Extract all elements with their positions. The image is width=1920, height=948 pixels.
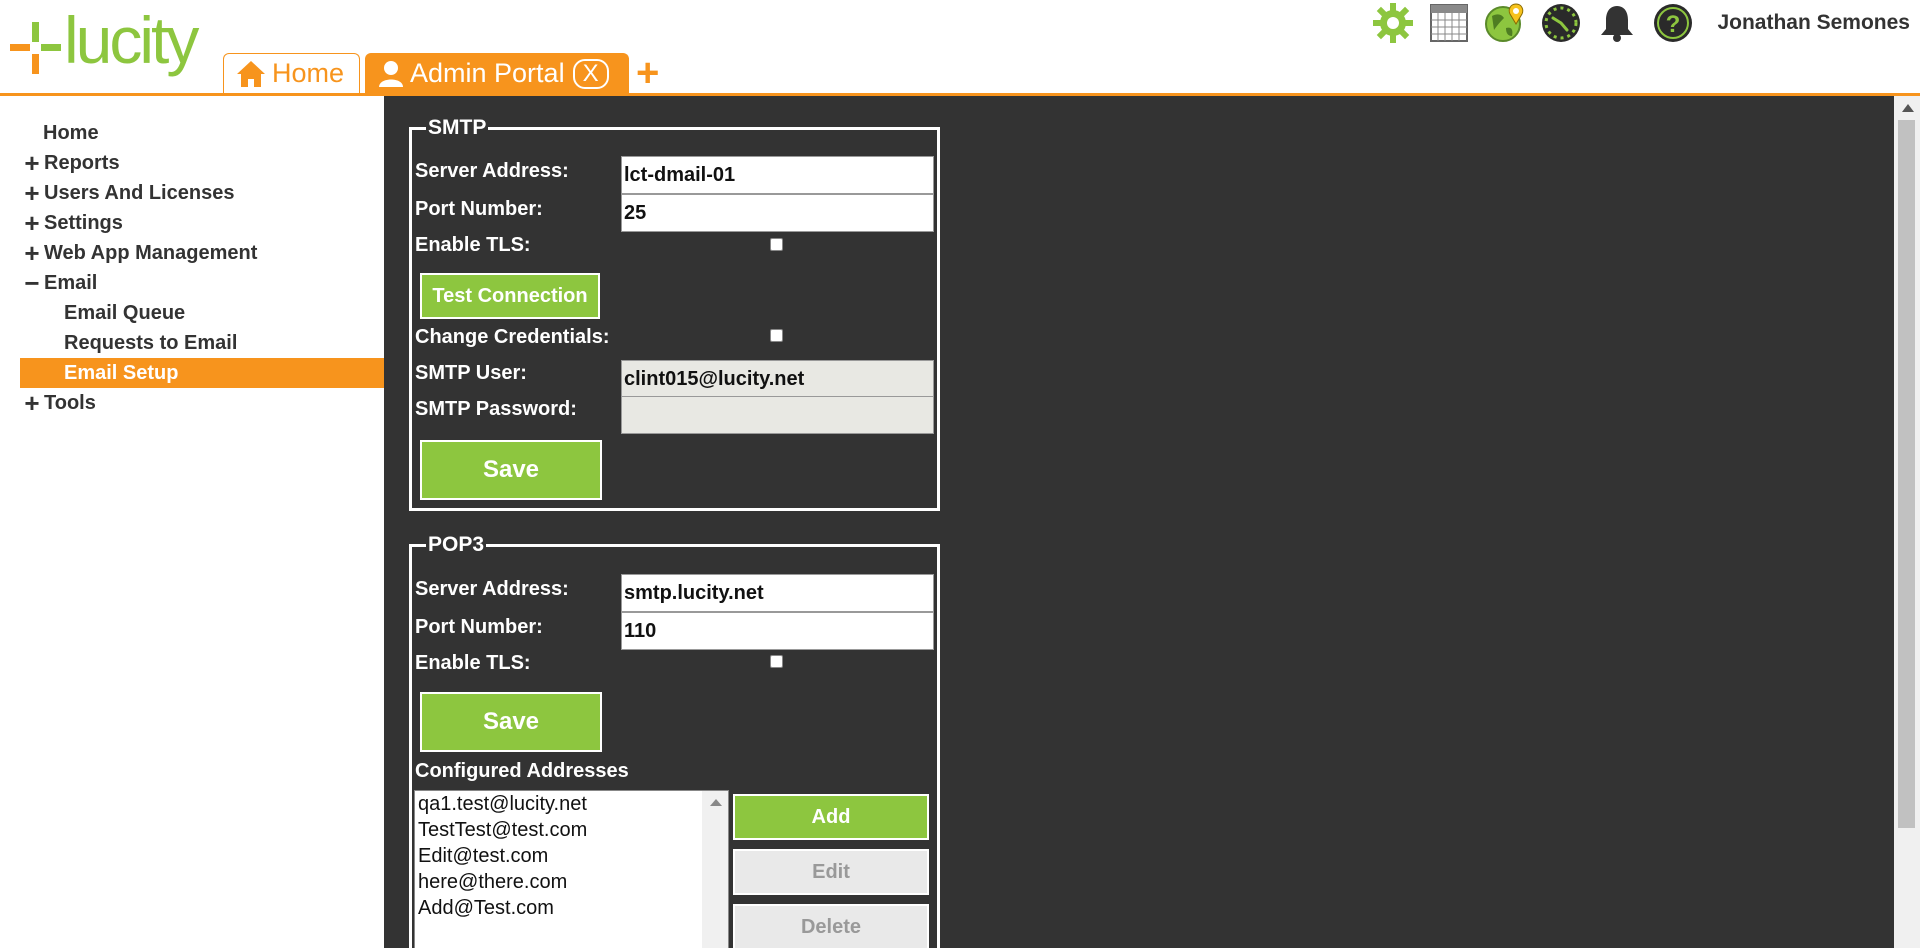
pop3-server-label: Server Address: xyxy=(415,578,569,600)
app-header: lucity Home Admin Portal X + ? Jonathan … xyxy=(0,0,1920,96)
scroll-up-arrow-icon[interactable] xyxy=(1902,104,1914,112)
smtp-server-input[interactable]: lct-dmail-01 xyxy=(621,156,934,194)
home-icon xyxy=(236,60,266,88)
pop3-tls-checkbox[interactable] xyxy=(770,655,783,668)
list-item[interactable]: Edit@test.com xyxy=(415,843,728,869)
list-item[interactable]: qa1.test@lucity.net xyxy=(415,791,728,817)
lucity-logo-mark-icon xyxy=(10,22,61,74)
notifications-bell-icon[interactable] xyxy=(1595,1,1639,45)
sidebar-item-email-queue[interactable]: Email Queue xyxy=(20,298,384,328)
pop3-tls-label: Enable TLS: xyxy=(415,652,531,674)
sidebar: Home + Reports + Users And Licenses + Se… xyxy=(0,96,384,948)
list-scrollbar[interactable] xyxy=(702,791,728,948)
sidebar-item-label: Requests to Email xyxy=(64,332,238,354)
sidebar-item-label: Email xyxy=(44,272,98,294)
smtp-save-button[interactable]: Save xyxy=(420,440,602,500)
header-toolbar: ? Jonathan Semones xyxy=(1371,0,1920,46)
add-address-button[interactable]: Add xyxy=(733,794,929,840)
sidebar-item-users-and-licenses[interactable]: + Users And Licenses xyxy=(20,178,384,208)
sidebar-item-reports[interactable]: + Reports xyxy=(20,148,384,178)
pop3-save-button[interactable]: Save xyxy=(420,692,602,752)
tab-home-label: Home xyxy=(272,58,345,88)
delete-address-button[interactable]: Delete xyxy=(733,904,929,948)
smtp-password-label: SMTP Password: xyxy=(415,398,577,420)
sidebar-item-web-app-management[interactable]: + Web App Management xyxy=(20,238,384,268)
smtp-tls-checkbox[interactable] xyxy=(770,238,783,251)
page-scrollbar[interactable] xyxy=(1894,96,1920,948)
pop3-server-input[interactable]: smtp.lucity.net xyxy=(621,574,934,612)
tab-admin-portal-label: Admin Portal xyxy=(410,58,565,88)
sidebar-item-label: Tools xyxy=(44,392,96,414)
sidebar-item-email[interactable]: − Email xyxy=(20,268,384,298)
tab-admin-portal[interactable]: Admin Portal X xyxy=(365,53,629,93)
sidebar-nav: Home + Reports + Users And Licenses + Se… xyxy=(20,118,384,418)
sidebar-item-label: Users And Licenses xyxy=(44,182,235,204)
pop3-port-label: Port Number: xyxy=(415,616,543,638)
settings-gear-icon[interactable] xyxy=(1371,1,1415,45)
expand-plus-icon[interactable]: + xyxy=(20,178,44,208)
expand-plus-icon[interactable]: + xyxy=(20,208,44,238)
add-tab-button[interactable]: + xyxy=(636,53,659,93)
expand-plus-icon[interactable]: + xyxy=(20,388,44,418)
expand-plus-icon[interactable]: + xyxy=(20,148,44,178)
calendar-icon[interactable] xyxy=(1427,1,1471,45)
scroll-up-arrow-icon[interactable] xyxy=(710,799,722,806)
smtp-user-input[interactable]: clint015@lucity.net xyxy=(621,360,934,398)
expand-plus-icon[interactable]: + xyxy=(20,238,44,268)
svg-text:?: ? xyxy=(1666,11,1681,38)
pop3-port-input[interactable]: 110 xyxy=(621,612,934,650)
smtp-port-label: Port Number: xyxy=(415,198,543,220)
test-connection-button[interactable]: Test Connection xyxy=(420,273,600,319)
user-icon xyxy=(378,60,404,88)
smtp-password-input[interactable] xyxy=(621,396,934,434)
smtp-legend: SMTP xyxy=(428,116,487,139)
sidebar-item-label: Email Setup xyxy=(64,362,179,384)
dashboard-clock-icon[interactable] xyxy=(1539,1,1583,45)
sidebar-item-requests-to-email[interactable]: Requests to Email xyxy=(20,328,384,358)
user-name[interactable]: Jonathan Semones xyxy=(1717,11,1910,35)
sidebar-item-label: Email Queue xyxy=(64,302,186,324)
change-credentials-label: Change Credentials: xyxy=(415,326,610,348)
smtp-port-input[interactable]: 25 xyxy=(621,194,934,232)
sidebar-item-label: Settings xyxy=(44,212,123,234)
configured-addresses-label: Configured Addresses xyxy=(415,760,629,782)
smtp-server-label: Server Address: xyxy=(415,160,569,182)
map-globe-icon[interactable] xyxy=(1483,1,1527,45)
list-item[interactable]: TestTest@test.com xyxy=(415,817,728,843)
tab-home[interactable]: Home xyxy=(223,53,360,93)
tab-close-button[interactable]: X xyxy=(572,58,609,89)
sidebar-item-label: Reports xyxy=(44,152,120,174)
sidebar-item-settings[interactable]: + Settings xyxy=(20,208,384,238)
help-icon[interactable]: ? xyxy=(1651,1,1695,45)
pop3-legend: POP3 xyxy=(428,533,485,556)
sidebar-item-home[interactable]: Home xyxy=(20,118,384,148)
main-content: SMTP Server Address: lct-dmail-01 Port N… xyxy=(384,96,1894,948)
scrollbar-thumb[interactable] xyxy=(1898,120,1915,828)
sidebar-item-label: Web App Management xyxy=(44,242,258,264)
sidebar-item-email-setup[interactable]: Email Setup xyxy=(20,358,384,388)
lucity-logo[interactable]: lucity xyxy=(8,3,208,86)
list-item[interactable]: Add@Test.com xyxy=(415,895,728,921)
logo-text: lucity xyxy=(64,3,199,77)
smtp-tls-label: Enable TLS: xyxy=(415,234,531,256)
collapse-minus-icon[interactable]: − xyxy=(20,268,44,298)
configured-addresses-list[interactable]: qa1.test@lucity.net TestTest@test.com Ed… xyxy=(414,790,729,948)
change-credentials-checkbox[interactable] xyxy=(770,329,783,342)
edit-address-button[interactable]: Edit xyxy=(733,849,929,895)
sidebar-item-label: Home xyxy=(43,122,99,144)
smtp-user-label: SMTP User: xyxy=(415,362,527,384)
tab-bar: Home Admin Portal X + xyxy=(223,49,659,93)
list-item[interactable]: here@there.com xyxy=(415,869,728,895)
sidebar-item-tools[interactable]: + Tools xyxy=(20,388,384,418)
